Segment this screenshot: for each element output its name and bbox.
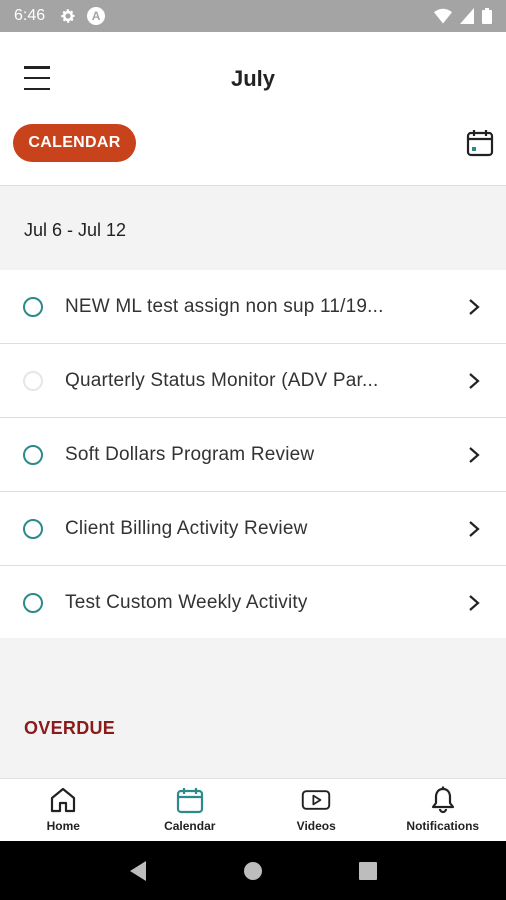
calendar-icon[interactable] [466, 128, 494, 158]
page-title: July [230, 66, 276, 91]
nav-item-videos[interactable]: Videos [253, 779, 380, 841]
task-row[interactable]: Quarterly Status Monitor (ADV Par... [0, 344, 506, 418]
battery-icon [482, 8, 492, 24]
task-label: Soft Dollars Program Review [65, 443, 315, 465]
task-status-radio[interactable] [23, 370, 43, 391]
task-row[interactable]: NEW ML test assign non sup 11/19... [0, 270, 506, 344]
status-time: 6:46 [14, 7, 46, 24]
task-status-radio[interactable] [23, 296, 43, 317]
week-range-label: Jul 6 - Jul 12 [24, 220, 127, 240]
system-navigation-bar [0, 841, 506, 900]
task-label: Test Custom Weekly Activity [65, 591, 308, 613]
video-play-icon [302, 790, 331, 810]
bell-icon [431, 786, 454, 814]
task-list: NEW ML test assign non sup 11/19... Quar… [0, 270, 506, 640]
nav-label-notifications: Notifications [406, 819, 480, 833]
chevron-right-icon [469, 520, 480, 537]
wifi-icon [434, 8, 452, 24]
nav-label-videos: Videos [296, 819, 336, 833]
task-status-radio[interactable] [23, 518, 43, 539]
calendar-view-chip[interactable]: CALENDAR [13, 124, 136, 162]
task-label: NEW ML test assign non sup 11/19... [65, 295, 384, 317]
nav-item-notifications[interactable]: Notifications [380, 779, 506, 841]
back-icon[interactable] [126, 859, 150, 883]
nav-label-calendar: Calendar [164, 819, 216, 833]
home-circle-icon[interactable] [241, 859, 265, 883]
calendar-icon [176, 788, 203, 814]
chevron-right-icon [469, 372, 480, 389]
overdue-section: OVERDUE [0, 638, 506, 770]
task-row[interactable]: Soft Dollars Program Review [0, 418, 506, 492]
nav-label-home: Home [46, 819, 80, 833]
cell-signal-icon [460, 8, 474, 24]
chevron-right-icon [469, 298, 480, 315]
chevron-right-icon [469, 594, 480, 611]
view-toolbar: CALENDAR [0, 124, 506, 186]
task-label: Client Billing Activity Review [65, 517, 308, 539]
a-badge-icon: A [87, 7, 106, 25]
chevron-right-icon [469, 446, 480, 463]
task-row[interactable]: Client Billing Activity Review [0, 492, 506, 566]
recents-icon[interactable] [356, 859, 380, 883]
task-status-radio[interactable] [23, 444, 43, 465]
hamburger-menu-icon[interactable] [24, 66, 58, 90]
home-icon [51, 787, 76, 813]
week-section-header: Jul 6 - Jul 12 [0, 188, 506, 270]
bottom-nav: Home Calendar Videos Notifications [0, 778, 506, 841]
app-bar: July [0, 32, 506, 124]
task-row[interactable]: Test Custom Weekly Activity [0, 566, 506, 640]
task-label: Quarterly Status Monitor (ADV Par... [65, 369, 379, 391]
gear-icon [61, 9, 75, 23]
task-status-radio[interactable] [23, 592, 43, 613]
status-bar: 6:46 A [0, 0, 506, 32]
nav-item-calendar[interactable]: Calendar [127, 779, 254, 841]
nav-item-home[interactable]: Home [0, 779, 127, 841]
overdue-heading: OVERDUE [24, 718, 116, 738]
